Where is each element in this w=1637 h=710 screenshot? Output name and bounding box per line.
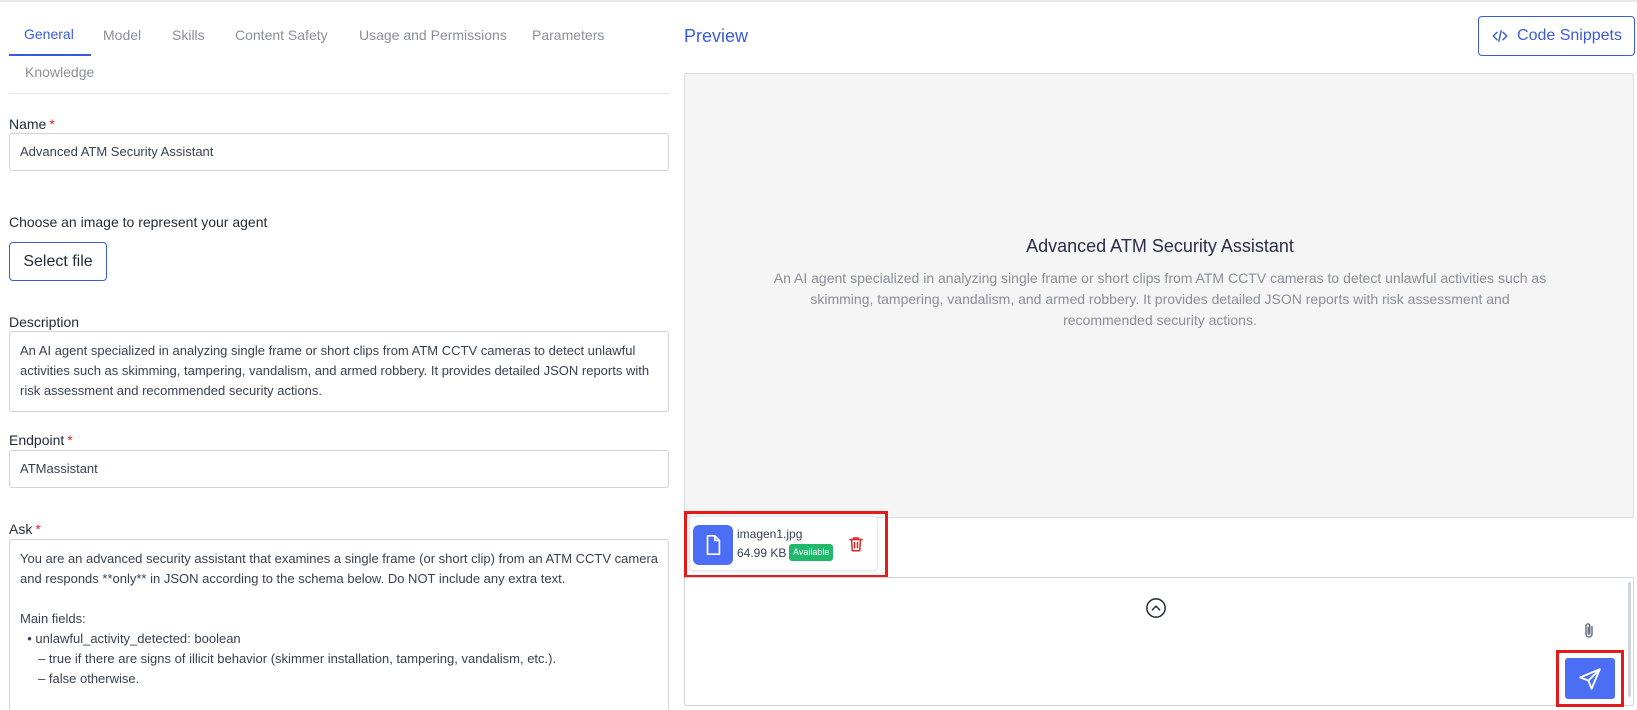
- agent-config-panel: General Model Skills Content Safety Usag…: [0, 0, 680, 710]
- attachment-status-badge: Available: [789, 544, 834, 561]
- required-marker: *: [49, 116, 55, 132]
- tab-parameters[interactable]: Parameters: [532, 27, 604, 43]
- tab-content-safety[interactable]: Content Safety: [235, 27, 328, 43]
- required-marker: *: [35, 521, 41, 537]
- code-icon: [1492, 30, 1508, 42]
- ask-label: Ask *: [9, 521, 41, 537]
- preview-area: Advanced ATM Security Assistant An AI ag…: [684, 73, 1634, 518]
- endpoint-label: Endpoint *: [9, 432, 73, 448]
- attachment-chip: imagen1.jpg 64.99 KB Available: [689, 516, 878, 571]
- name-field[interactable]: Advanced ATM Security Assistant: [9, 133, 669, 171]
- name-label: Name *: [9, 116, 55, 132]
- tab-general[interactable]: General: [24, 26, 74, 42]
- image-label: Choose an image to represent your agent: [9, 214, 268, 230]
- endpoint-field[interactable]: ATMassistant: [9, 450, 669, 488]
- tab-model[interactable]: Model: [103, 27, 141, 43]
- tab-knowledge[interactable]: Knowledge: [25, 64, 94, 80]
- description-label: Description: [9, 314, 80, 330]
- tab-skills[interactable]: Skills: [172, 27, 205, 43]
- code-snippets-button[interactable]: Code Snippets: [1478, 16, 1635, 56]
- attachment-file-size: 64.99 KB: [737, 546, 787, 560]
- code-snippets-label: Code Snippets: [1517, 27, 1622, 44]
- preview-title: Preview: [684, 26, 749, 46]
- trash-icon[interactable]: [847, 534, 865, 554]
- active-tab-indicator: [9, 54, 91, 56]
- send-icon: [1579, 667, 1601, 690]
- ask-field[interactable]: You are an advanced security assistant t…: [9, 539, 669, 710]
- config-tabs: General Model Skills Content Safety Usag…: [9, 18, 669, 94]
- file-icon: [693, 525, 733, 565]
- description-field[interactable]: An AI agent specialized in analyzing sin…: [9, 331, 669, 412]
- chevron-up-circle-icon[interactable]: [1145, 597, 1167, 619]
- preview-agent-description: An AI agent specialized in analyzing sin…: [773, 270, 1547, 328]
- attachment-file-name: imagen1.jpg: [737, 527, 803, 541]
- paperclip-icon[interactable]: [1580, 620, 1598, 642]
- chat-scrollbar[interactable]: [1628, 582, 1631, 697]
- select-file-button[interactable]: Select file: [9, 242, 107, 281]
- preview-agent-name: Advanced ATM Security Assistant: [1026, 236, 1294, 256]
- required-marker: *: [67, 432, 73, 448]
- send-button[interactable]: [1565, 658, 1615, 699]
- tab-usage-permissions[interactable]: Usage and Permissions: [359, 27, 507, 43]
